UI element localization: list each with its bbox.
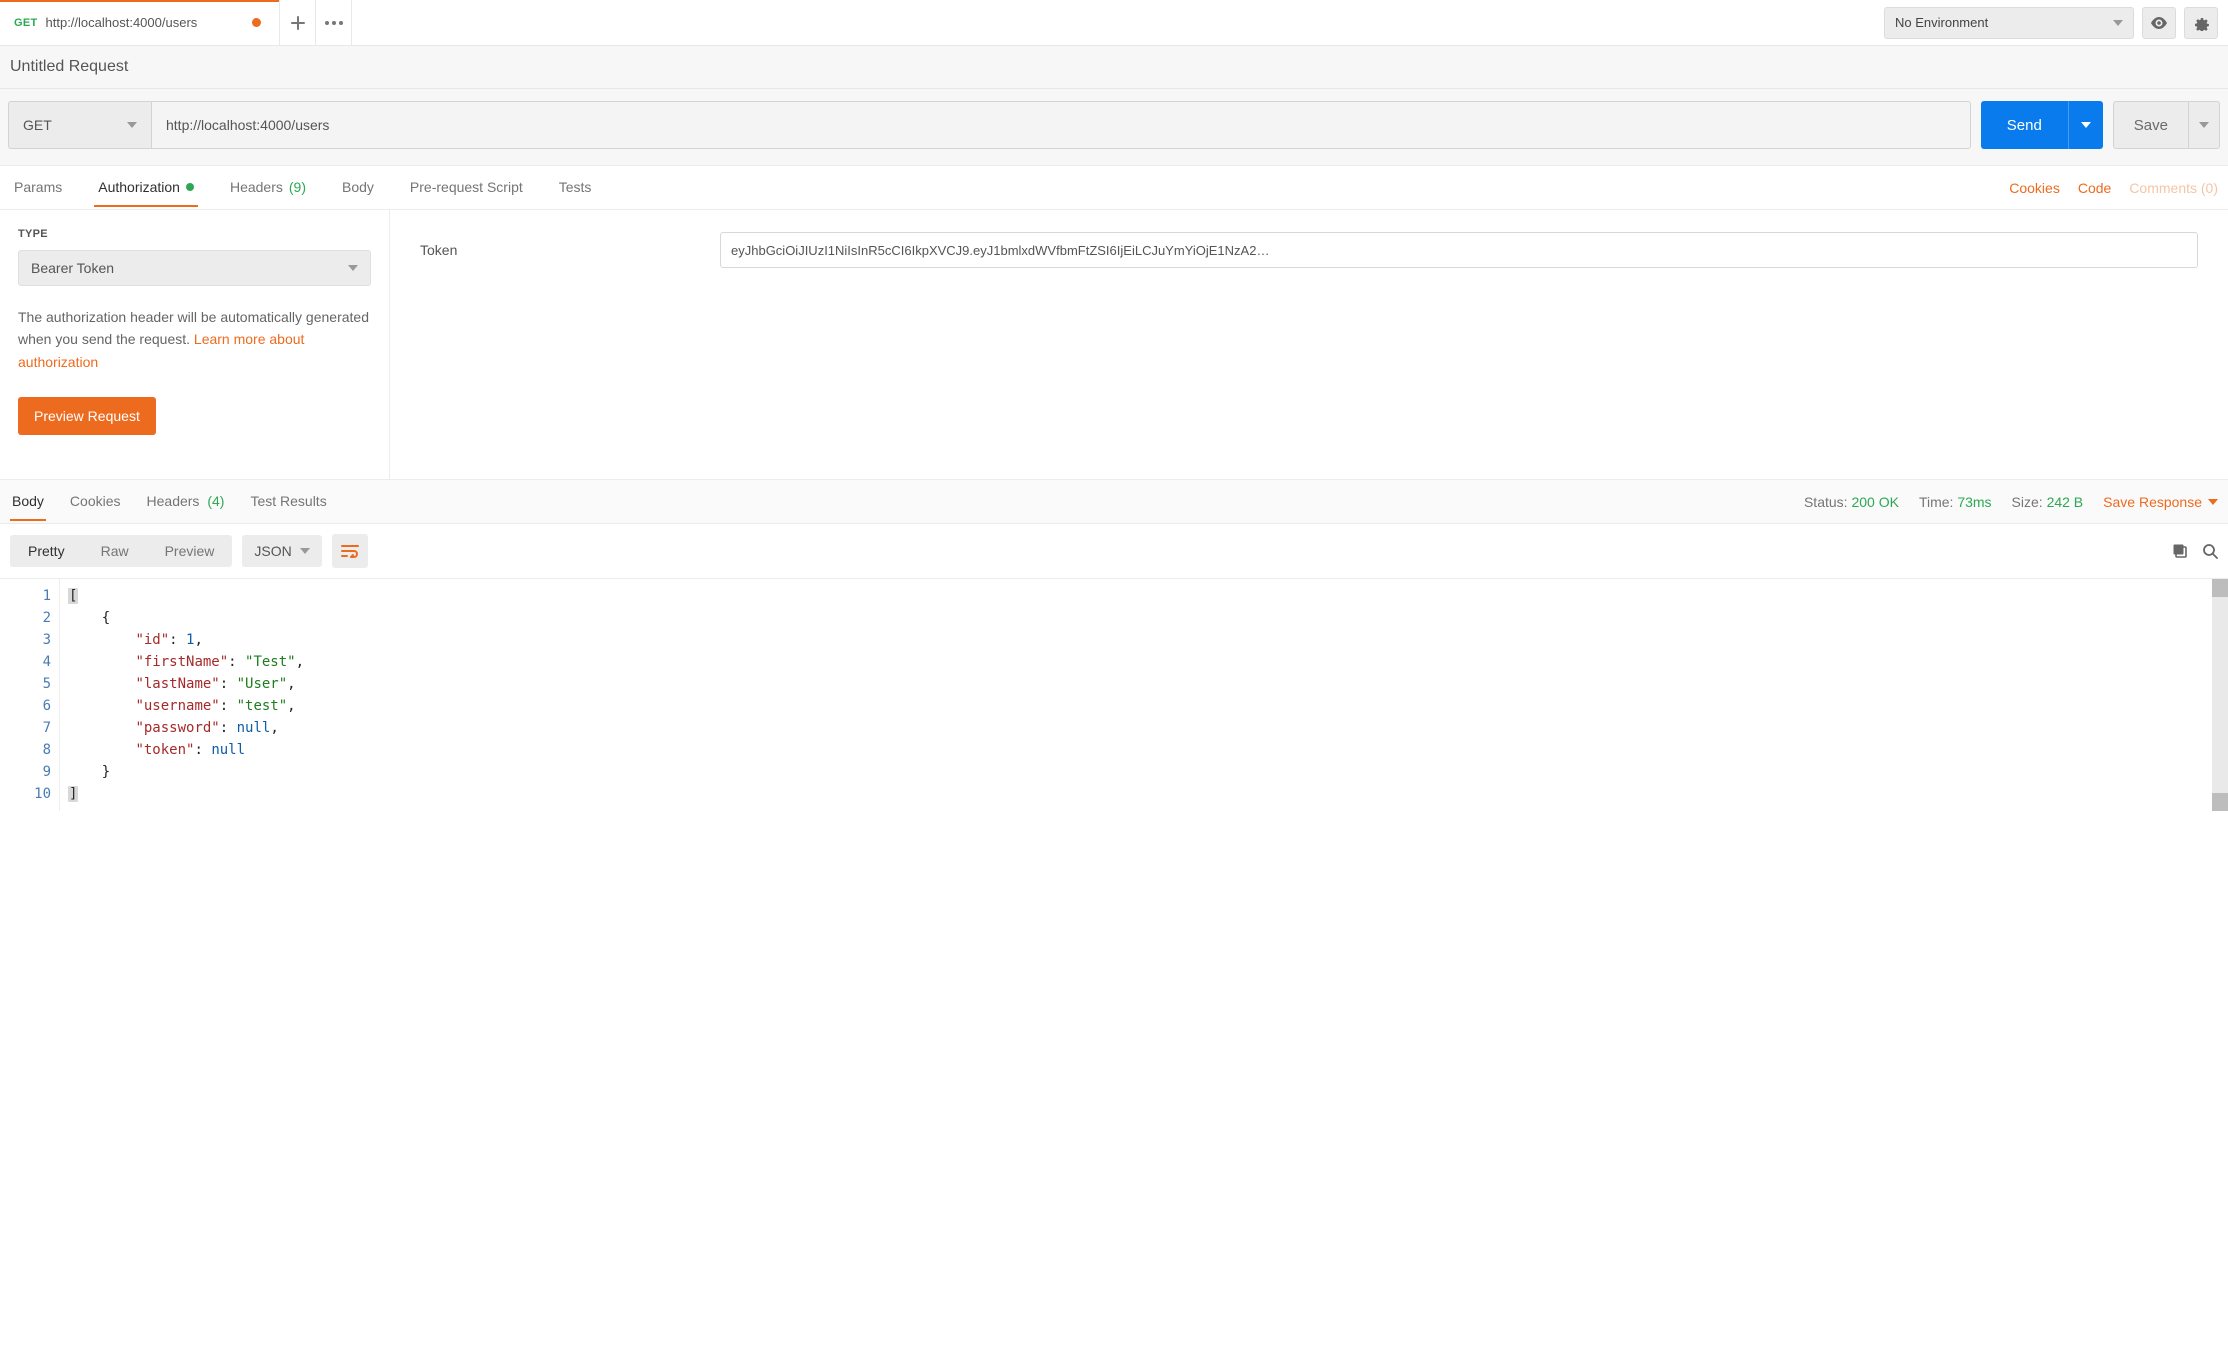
active-auth-dot-icon [186, 183, 194, 191]
response-body-code[interactable]: [ { "id": 1, "firstName": "Test", "lastN… [60, 579, 2228, 811]
chevron-down-icon [2113, 20, 2123, 26]
size-label: Size: [2012, 494, 2043, 510]
auth-helper-text: The authorization header will be automat… [18, 306, 371, 373]
scrollbar-track[interactable] [2212, 579, 2228, 811]
auth-type-label: TYPE [18, 228, 371, 240]
environment-quicklook-button[interactable] [2142, 7, 2176, 39]
format-value: JSON [254, 543, 291, 559]
tab-tests[interactable]: Tests [555, 169, 596, 207]
url-row-wrap: GET Send Save [0, 89, 2228, 166]
resp-tab-headers-count: (4) [207, 493, 224, 509]
response-meta: Status: 200 OK Time: 73ms Size: 242 B Sa… [1804, 494, 2218, 510]
tab-authorization[interactable]: Authorization [94, 169, 198, 207]
tab-method: GET [14, 17, 38, 29]
save-response-button[interactable]: Save Response [2103, 494, 2218, 510]
tab-prerequest[interactable]: Pre-request Script [406, 169, 527, 207]
size-value: 242 B [2047, 494, 2084, 510]
url-row: GET Send Save [8, 101, 2220, 149]
tab-headers-label: Headers [230, 179, 283, 195]
settings-button[interactable] [2184, 7, 2218, 39]
view-mode-group: Pretty Raw Preview [10, 535, 232, 567]
tab-authorization-label: Authorization [98, 179, 180, 195]
view-pretty[interactable]: Pretty [10, 535, 83, 567]
copy-button[interactable] [2172, 543, 2188, 559]
body-toolbar-right [2172, 543, 2218, 559]
search-icon [2202, 543, 2218, 559]
line-number-gutter: 12345678910 [0, 579, 60, 811]
scrollbar-thumb[interactable] [2212, 579, 2228, 597]
save-response-label: Save Response [2103, 494, 2202, 510]
search-button[interactable] [2202, 543, 2218, 559]
request-tabs: Params Authorization Headers (9) Body Pr… [10, 169, 595, 207]
chevron-down-icon [127, 122, 137, 128]
tab-headers-count: (9) [289, 179, 306, 195]
url-input[interactable] [152, 101, 1971, 149]
token-row: Token eyJhbGciOiJIUzI1NiIsInR5cCI6IkpXVC… [420, 232, 2198, 268]
resp-tab-cookies[interactable]: Cookies [68, 483, 123, 521]
method-url-group: GET [8, 101, 1971, 149]
send-button-group: Send [1981, 101, 2103, 149]
auth-left: TYPE Bearer Token The authorization head… [0, 210, 390, 479]
method-value: GET [23, 117, 52, 133]
status-value: 200 OK [1851, 494, 1898, 510]
request-name[interactable]: Untitled Request [10, 58, 2218, 76]
save-button-group: Save [2113, 101, 2220, 149]
token-input[interactable]: eyJhbGciOiJIUzI1NiIsInR5cCI6IkpXVCJ9.eyJ… [720, 232, 2198, 268]
code-link[interactable]: Code [2078, 180, 2111, 196]
token-label: Token [420, 242, 680, 258]
copy-icon [2172, 543, 2188, 559]
preview-request-button[interactable]: Preview Request [18, 397, 156, 435]
format-select[interactable]: JSON [242, 535, 321, 567]
authorization-panel: TYPE Bearer Token The authorization head… [0, 210, 2228, 480]
time-value: 73ms [1957, 494, 1991, 510]
request-tab[interactable]: GET http://localhost:4000/users [0, 0, 280, 45]
environment-selected: No Environment [1895, 15, 1988, 30]
view-raw[interactable]: Raw [83, 535, 147, 567]
resp-tab-headers-label: Headers [147, 493, 200, 509]
cookies-link[interactable]: Cookies [2009, 180, 2060, 196]
save-button[interactable]: Save [2113, 101, 2189, 149]
status-label: Status: [1804, 494, 1848, 510]
time-label: Time: [1919, 494, 1953, 510]
body-toolbar: Pretty Raw Preview JSON [0, 524, 2228, 579]
tab-title: http://localhost:4000/users [46, 15, 198, 30]
new-tab-button[interactable] [280, 0, 316, 45]
response-tabs: Body Cookies Headers (4) Test Results [10, 483, 329, 521]
auth-type-value: Bearer Token [31, 260, 114, 276]
request-name-bar: Untitled Request [0, 46, 2228, 89]
response-body-viewer: 12345678910 [ { "id": 1, "firstName": "T… [0, 579, 2228, 811]
unsaved-dot-icon [252, 18, 261, 27]
tab-overflow-button[interactable] [316, 0, 352, 45]
tab-bar: GET http://localhost:4000/users No Envir… [0, 0, 2228, 46]
scrollbar-thumb[interactable] [2212, 793, 2228, 811]
resp-tab-headers[interactable]: Headers (4) [145, 483, 227, 521]
chevron-down-icon [2199, 122, 2209, 128]
send-button[interactable]: Send [1981, 101, 2068, 149]
tab-headers[interactable]: Headers (9) [226, 169, 310, 207]
request-tabs-right: Cookies Code Comments (0) [2009, 180, 2218, 196]
auth-right: Token eyJhbGciOiJIUzI1NiIsInR5cCI6IkpXVC… [390, 210, 2228, 479]
auth-type-select[interactable]: Bearer Token [18, 250, 371, 286]
request-tabs-row: Params Authorization Headers (9) Body Pr… [0, 166, 2228, 210]
wrap-lines-button[interactable] [332, 534, 368, 568]
chevron-down-icon [348, 265, 358, 271]
chevron-down-icon [2081, 122, 2091, 128]
eye-icon [2150, 17, 2168, 29]
environment-select[interactable]: No Environment [1884, 7, 2134, 39]
view-preview[interactable]: Preview [147, 535, 233, 567]
chevron-down-icon [2208, 499, 2218, 505]
wrap-icon [341, 544, 359, 558]
send-options-button[interactable] [2068, 101, 2103, 149]
tab-params[interactable]: Params [10, 169, 66, 207]
response-tabs-row: Body Cookies Headers (4) Test Results St… [0, 480, 2228, 524]
tab-body[interactable]: Body [338, 169, 378, 207]
method-select[interactable]: GET [8, 101, 152, 149]
resp-tab-test-results[interactable]: Test Results [248, 483, 328, 521]
chevron-down-icon [300, 548, 310, 554]
top-right-controls: No Environment [1874, 0, 2228, 45]
comments-link[interactable]: Comments (0) [2129, 180, 2218, 196]
gear-icon [2193, 15, 2209, 31]
resp-tab-body[interactable]: Body [10, 483, 46, 521]
save-options-button[interactable] [2189, 101, 2220, 149]
